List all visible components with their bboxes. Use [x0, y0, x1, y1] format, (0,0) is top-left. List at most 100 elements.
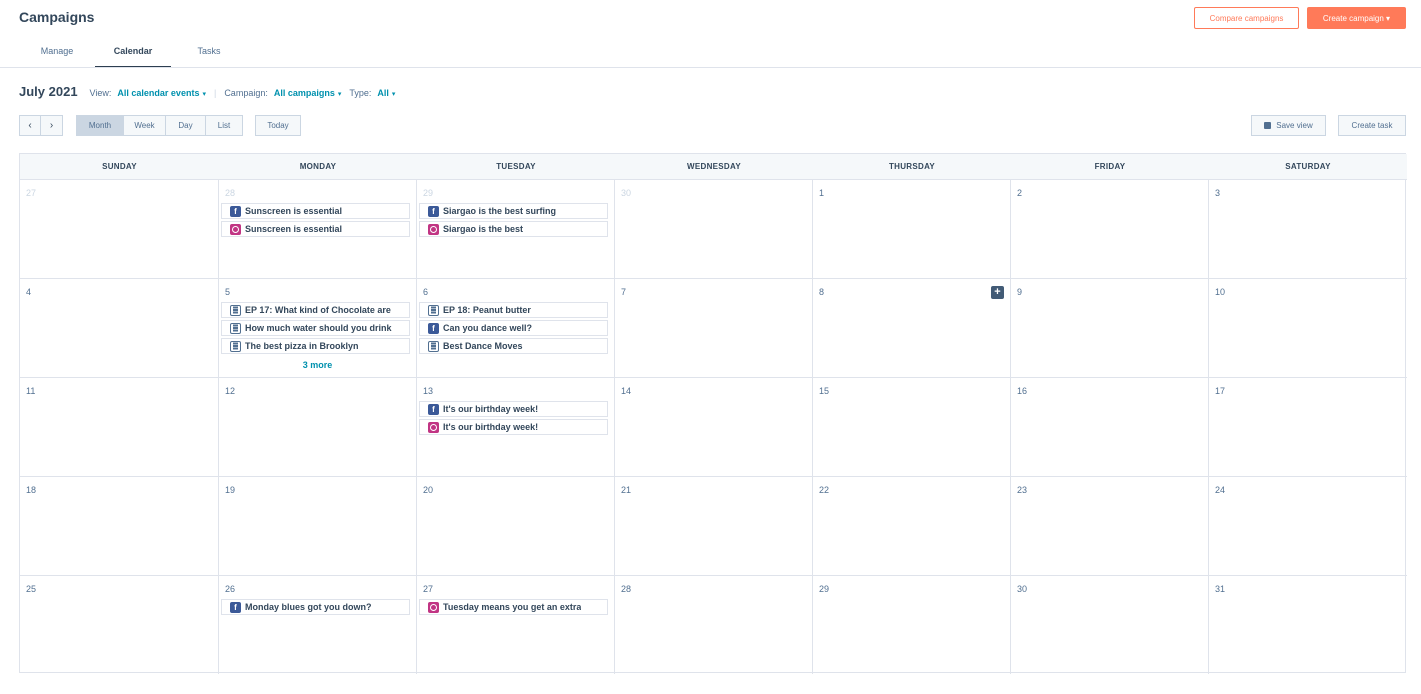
calendar-day-cell[interactable]: 27 Tuesday means you get an extra — [417, 576, 615, 674]
calendar-event[interactable]: Sunscreen is essential — [221, 221, 410, 237]
calendar-event[interactable]: f It's our birthday week! — [419, 401, 608, 417]
weekday-header-friday: FRIDAY — [1011, 154, 1209, 180]
calendar-event[interactable]: Best Dance Moves — [419, 338, 608, 354]
view-filter-dropdown[interactable]: All calendar events — [117, 88, 199, 98]
facebook-icon: f — [428, 205, 439, 217]
view-switcher: Month Week Day List — [76, 115, 243, 136]
next-month-button[interactable]: › — [41, 115, 63, 136]
calendar-day-cell[interactable]: 12 — [219, 378, 417, 477]
calendar-day-cell[interactable]: 28 f Sunscreen is essential Sunscreen is es… — [219, 180, 417, 279]
calendar-day-cell[interactable]: 21 — [615, 477, 813, 576]
day-number: 14 — [621, 386, 632, 396]
event-title: Siargao is the best surfing — [443, 206, 557, 216]
day-number: 28 — [225, 188, 236, 198]
more-events-link[interactable]: 3 more — [219, 360, 416, 370]
day-number: 24 — [1215, 485, 1226, 495]
day-number: 20 — [423, 485, 434, 495]
calendar-day-cell[interactable]: 4 — [20, 279, 219, 378]
calendar-event[interactable]: f Siargao is the best surfing — [419, 203, 608, 219]
calendar-day-cell[interactable]: 28 — [615, 576, 813, 674]
calendar-day-cell[interactable]: 26 f Monday blues got you down? — [219, 576, 417, 674]
view-filter-label: View: — [89, 88, 112, 98]
calendar-day-cell[interactable]: 10 — [1209, 279, 1407, 378]
instagram-icon — [428, 223, 439, 235]
day-view-button[interactable]: Day — [166, 115, 206, 136]
calendar-event[interactable]: f Monday blues got you down? — [221, 599, 410, 615]
prev-month-button[interactable]: ‹ — [19, 115, 41, 136]
calendar-day-cell[interactable]: 17 — [1209, 378, 1407, 477]
day-number: 8 — [819, 287, 825, 297]
calendar-day-cell[interactable]: 29 f Siargao is the best surfing Siargao is… — [417, 180, 615, 279]
save-view-button[interactable]: Save view — [1251, 115, 1326, 136]
day-number: 30 — [621, 188, 632, 198]
campaign-filter-label: Campaign: — [224, 88, 268, 98]
calendar-day-cell[interactable]: 30 — [1011, 576, 1209, 674]
calendar-event[interactable]: Tuesday means you get an extra — [419, 599, 608, 615]
calendar-day-cell[interactable]: 11 — [20, 378, 219, 477]
calendar-day-cell[interactable]: 14 — [615, 378, 813, 477]
day-number: 28 — [621, 584, 632, 594]
blog-icon — [230, 322, 241, 334]
compare-campaigns-button[interactable]: Compare campaigns — [1194, 7, 1299, 29]
month-view-button[interactable]: Month — [76, 115, 124, 136]
calendar-day-cell[interactable]: 16 — [1011, 378, 1209, 477]
calendar-day-cell[interactable]: 23 — [1011, 477, 1209, 576]
tabs-divider — [0, 67, 1421, 68]
day-number: 9 — [1017, 287, 1023, 297]
type-filter-label: Type: — [349, 88, 372, 98]
calendar-day-cell[interactable]: 25 — [20, 576, 219, 674]
create-task-button[interactable]: Create task — [1338, 115, 1406, 136]
type-filter-dropdown[interactable]: All — [377, 88, 389, 98]
calendar-day-cell[interactable]: 29 — [813, 576, 1011, 674]
calendar-event[interactable]: The best pizza in Brooklyn — [221, 338, 410, 354]
day-number: 12 — [225, 386, 236, 396]
calendar-day-cell[interactable]: 27 — [20, 180, 219, 279]
blog-icon — [428, 340, 439, 352]
weekday-header-sunday: SUNDAY — [20, 154, 219, 180]
calendar-day-cell[interactable]: 5 EP 17: What kind of Chocolate are How mu… — [219, 279, 417, 378]
tab-tasks[interactable]: Tasks — [171, 37, 247, 68]
calendar-day-cell[interactable]: 7 — [615, 279, 813, 378]
tab-calendar[interactable]: Calendar — [95, 37, 171, 68]
day-number: 4 — [26, 287, 32, 297]
calendar-day-cell[interactable]: 31 — [1209, 576, 1407, 674]
weekday-header-wednesday: WEDNESDAY — [615, 154, 813, 180]
calendar-day-cell[interactable]: 9 — [1011, 279, 1209, 378]
facebook-icon: f — [428, 322, 439, 334]
day-number: 27 — [423, 584, 434, 594]
calendar-event[interactable]: f Sunscreen is essential — [221, 203, 410, 219]
calendar-day-cell[interactable]: 24 — [1209, 477, 1407, 576]
calendar-day-cell[interactable]: 20 — [417, 477, 615, 576]
calendar-event[interactable]: f Can you dance well? — [419, 320, 608, 336]
list-view-button[interactable]: List — [206, 115, 243, 136]
event-title: Monday blues got you down? — [245, 602, 372, 612]
calendar-day-cell[interactable]: 30 — [615, 180, 813, 279]
calendar-day-cell[interactable]: 8 + — [813, 279, 1011, 378]
calendar-day-cell[interactable]: 18 — [20, 477, 219, 576]
tab-manage[interactable]: Manage — [19, 37, 95, 68]
event-title: It's our birthday week! — [443, 422, 539, 432]
calendar-day-cell[interactable]: 15 — [813, 378, 1011, 477]
add-event-icon[interactable]: + — [991, 286, 1004, 299]
week-view-button[interactable]: Week — [124, 115, 166, 136]
calendar-event[interactable]: How much water should you drink — [221, 320, 410, 336]
day-number: 29 — [819, 584, 830, 594]
calendar-event[interactable]: It's our birthday week! — [419, 419, 608, 435]
calendar-event[interactable]: EP 17: What kind of Chocolate are — [221, 302, 410, 318]
weekday-header-monday: MONDAY — [219, 154, 417, 180]
calendar-day-cell[interactable]: 2 — [1011, 180, 1209, 279]
calendar-event[interactable]: Siargao is the best — [419, 221, 608, 237]
day-number: 13 — [423, 386, 434, 396]
calendar-day-cell[interactable]: 22 — [813, 477, 1011, 576]
calendar-day-cell[interactable]: 6 EP 18: Peanut butter f Can you dance well… — [417, 279, 615, 378]
calendar-day-cell[interactable]: 19 — [219, 477, 417, 576]
calendar-day-cell[interactable]: 3 — [1209, 180, 1407, 279]
calendar-event[interactable]: EP 18: Peanut butter — [419, 302, 608, 318]
today-button[interactable]: Today — [255, 115, 301, 136]
campaign-filter-dropdown[interactable]: All campaigns — [274, 88, 335, 98]
create-campaign-button[interactable]: Create campaign ▾ — [1307, 7, 1406, 29]
event-title: Can you dance well? — [443, 323, 533, 333]
calendar-day-cell[interactable]: 1 — [813, 180, 1011, 279]
calendar-day-cell[interactable]: 13 f It's our birthday week! It's our birth… — [417, 378, 615, 477]
event-title: EP 18: Peanut butter — [443, 305, 531, 315]
